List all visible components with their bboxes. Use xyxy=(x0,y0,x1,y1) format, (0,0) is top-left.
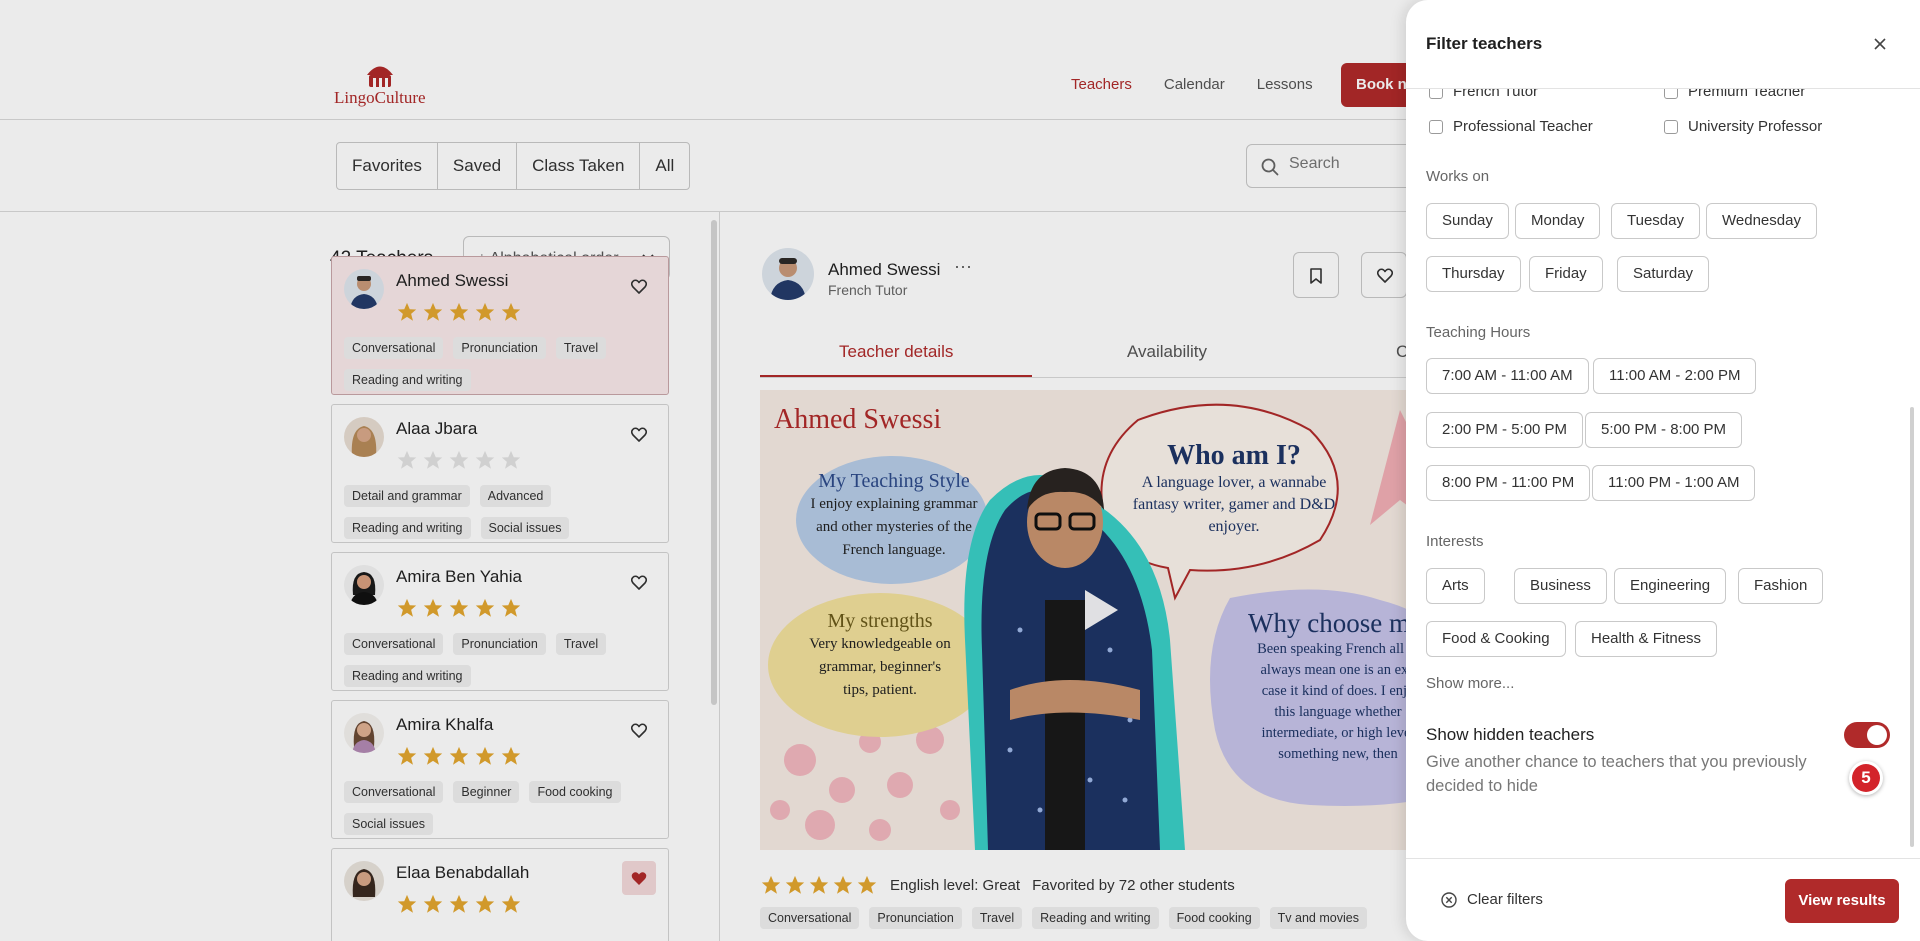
works-on-label: Works on xyxy=(1426,168,1490,185)
checkbox-label: University Professor xyxy=(1688,118,1823,135)
role-premium-teacher[interactable]: Premium Teacher xyxy=(1664,89,1805,100)
teaching-hours-label: Teaching Hours xyxy=(1426,324,1531,341)
interest-chip[interactable]: Health & Fitness xyxy=(1575,621,1718,657)
interest-chip[interactable]: Fashion xyxy=(1738,568,1824,604)
checkbox-label: French Tutor xyxy=(1453,89,1539,100)
day-chip[interactable]: Friday xyxy=(1529,256,1603,292)
checkbox[interactable] xyxy=(1664,89,1678,99)
hidden-teachers-description: Give another chance to teachers that you… xyxy=(1426,753,1807,795)
hidden-teachers-toggle[interactable] xyxy=(1844,722,1890,748)
hours-chip[interactable]: 2:00 PM - 5:00 PM xyxy=(1426,412,1584,448)
interest-chip[interactable]: Business xyxy=(1514,568,1607,604)
drawer-footer: Clear filters View results xyxy=(1406,858,1920,941)
interest-chip[interactable]: Food & Cooking xyxy=(1426,621,1566,657)
hours-chip[interactable]: 11:00 PM - 1:00 AM xyxy=(1592,465,1756,501)
hours-chip[interactable]: 8:00 PM - 11:00 PM xyxy=(1426,465,1591,501)
drawer-body: French Tutor Premium Teacher Professiona… xyxy=(1406,89,1920,858)
day-chip[interactable]: Saturday xyxy=(1617,256,1710,292)
interests-label: Interests xyxy=(1426,533,1484,550)
interest-chip[interactable]: Engineering xyxy=(1614,568,1727,604)
filter-drawer: Filter teachers French Tutor Premium Tea… xyxy=(1406,0,1920,941)
checkbox[interactable] xyxy=(1664,119,1678,134)
notification-badge: 5 xyxy=(1849,761,1883,795)
drawer-header: Filter teachers xyxy=(1406,0,1920,89)
day-chip[interactable]: Wednesday xyxy=(1706,203,1817,239)
close-icon xyxy=(1874,38,1886,50)
checkbox[interactable] xyxy=(1429,89,1443,99)
hours-chip[interactable]: 11:00 AM - 2:00 PM xyxy=(1593,358,1757,394)
day-chip[interactable]: Monday xyxy=(1515,203,1601,239)
show-more-link[interactable]: Show more... xyxy=(1426,675,1514,692)
checkbox-label: Professional Teacher xyxy=(1453,118,1593,135)
hidden-teachers-title: Show hidden teachers xyxy=(1426,725,1595,744)
clear-filters-button[interactable]: Clear filters xyxy=(1441,891,1543,908)
toggle-knob xyxy=(1867,725,1887,745)
view-results-button[interactable]: View results xyxy=(1785,879,1899,923)
hours-chip[interactable]: 7:00 AM - 11:00 AM xyxy=(1426,358,1589,394)
badge-count: 5 xyxy=(1852,764,1880,792)
day-chip[interactable]: Tuesday xyxy=(1611,203,1700,239)
role-french-tutor[interactable]: French Tutor xyxy=(1429,89,1538,100)
clear-circle-icon xyxy=(1441,891,1457,908)
day-chip[interactable]: Sunday xyxy=(1426,203,1509,239)
clear-filters-label: Clear filters xyxy=(1467,891,1543,908)
drawer-title: Filter teachers xyxy=(1426,34,1543,53)
close-button[interactable] xyxy=(1866,30,1894,58)
hours-chip[interactable]: 5:00 PM - 8:00 PM xyxy=(1585,412,1743,448)
role-professional-teacher[interactable]: Professional Teacher xyxy=(1429,118,1593,135)
role-university-professor[interactable]: University Professor xyxy=(1664,118,1822,135)
interest-chip[interactable]: Arts xyxy=(1426,568,1485,604)
checkbox-label: Premium Teacher xyxy=(1688,89,1806,100)
checkbox[interactable] xyxy=(1429,119,1443,134)
day-chip[interactable]: Thursday xyxy=(1426,256,1521,292)
drawer-scrollbar[interactable] xyxy=(1910,407,1914,847)
